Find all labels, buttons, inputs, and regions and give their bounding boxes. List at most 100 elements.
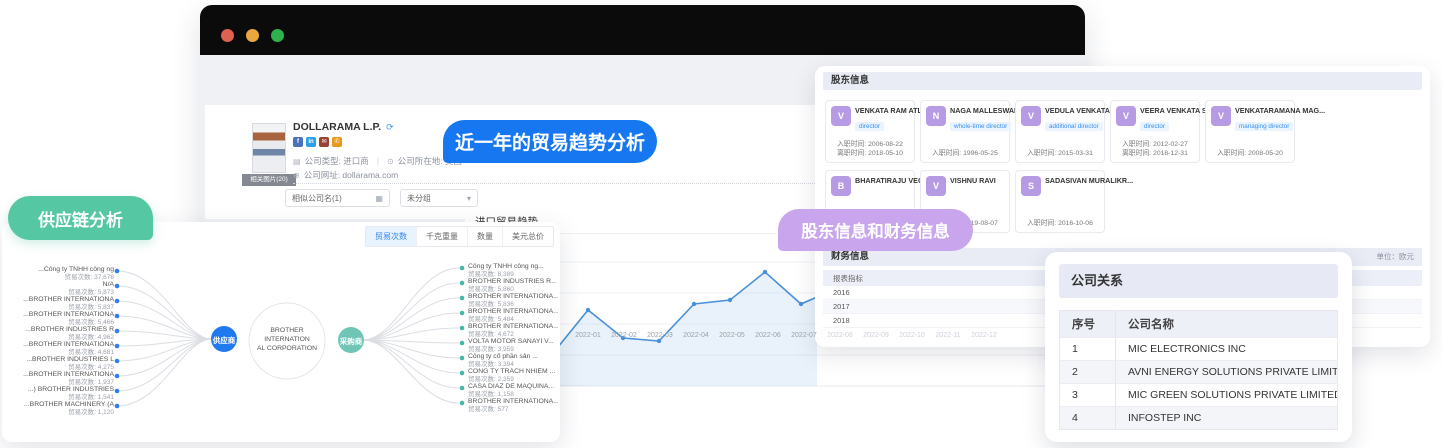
company-type-icon: ▤ bbox=[293, 156, 301, 166]
supplier-node[interactable]: BROTHER MACHINERY (A... 贸易次数: 1,120 bbox=[10, 401, 114, 416]
join-date: 入职时间: 2016-10-06 bbox=[1027, 220, 1093, 227]
supplier-node[interactable]: N/A 贸易次数: 5,873 bbox=[10, 281, 114, 296]
buyer-list: Công ty TNHH công ng... 贸易次数: 8,389 BROT… bbox=[468, 263, 558, 413]
x-axis-months: 2022-01 2022-02 2022-03 2022-04 2022-05 2022-… bbox=[570, 332, 1002, 339]
relations-row: 3 MIC GREEN SOLUTIONS PRIVATE LIMITED bbox=[1060, 383, 1337, 406]
window-titlebar bbox=[200, 5, 1085, 55]
website-link[interactable]: 公司网址: dollarama.com bbox=[304, 169, 398, 181]
supplier-name: BROTHER INTERNATIONA... bbox=[23, 311, 114, 318]
role-badge: whole-time director bbox=[950, 122, 1012, 131]
supplier-name: BROTHER INTERNATIONA... bbox=[23, 341, 114, 348]
group-select[interactable]: 未分组 ▾ bbox=[400, 189, 478, 207]
x-axis-month-label: 2022-02 bbox=[611, 332, 637, 339]
buyer-hub-label: 采购商 bbox=[339, 337, 363, 346]
supplier-node[interactable]: BROTHER INTERNATIONA... 贸易次数: 4,681 bbox=[10, 341, 114, 356]
shareholder-card[interactable]: S SADASIVAN MURALIKR... 入职时间: 2016-10-06 bbox=[1015, 170, 1133, 233]
buyer-node[interactable]: CÔNG TY TRÁCH NHIỆM ... 贸易次数: 2,359 bbox=[468, 368, 558, 383]
relation-company-name: MIC ELECTRONICS INC bbox=[1128, 343, 1246, 355]
supplier-node[interactable]: BROTHER INTERNATIONA... 贸易次数: 1,937 bbox=[10, 371, 114, 386]
avatar: V bbox=[926, 176, 946, 196]
supplier-node[interactable]: BROTHER INDUSTRIES (... 贸易次数: 1,541 bbox=[10, 386, 114, 401]
product-image-block[interactable]: 相关图片(20) bbox=[242, 123, 296, 186]
x-axis-month-label: 2022-03 bbox=[647, 332, 673, 339]
supplier-hub-label: 供应商 bbox=[212, 336, 236, 345]
supplier-name: BROTHER INDUSTRIES (... bbox=[27, 386, 114, 393]
center-company-node[interactable]: BROTHER INTERNATION AL CORPORATION bbox=[249, 326, 325, 353]
supply-chain-callout: 供应链分析 bbox=[8, 196, 153, 240]
buyer-node[interactable]: Công ty TNHH công ng... 贸易次数: 8,389 bbox=[468, 263, 558, 278]
relations-row: 2 AVNI ENERGY SOLUTIONS PRIVATE LIMITED bbox=[1060, 360, 1337, 383]
supplier-node[interactable]: Công ty TNHH công ng... 贸易次数: 37,678 bbox=[10, 266, 114, 281]
relation-index: 2 bbox=[1060, 361, 1116, 383]
x-axis-month-label: 2022-01 bbox=[575, 332, 601, 339]
relation-index: 1 bbox=[1060, 338, 1116, 360]
shareholder-name: VISHNU RAVI bbox=[950, 176, 996, 185]
shareholder-card[interactable]: V VENKATARAMANA MAG... managing director… bbox=[1205, 100, 1325, 163]
role-badge: managing director bbox=[1235, 122, 1294, 131]
supplier-name: Công ty TNHH công ng... bbox=[38, 266, 114, 273]
supplier-name: N/A bbox=[102, 281, 114, 288]
x-axis-month-label: 2022-05 bbox=[719, 332, 745, 339]
maximize-window-icon[interactable] bbox=[271, 29, 284, 42]
refresh-icon[interactable]: ⟳ bbox=[386, 122, 394, 132]
buyer-name: Công ty TNHH công ng... bbox=[468, 263, 544, 270]
related-images-caption[interactable]: 相关图片(20) bbox=[242, 174, 296, 186]
shareholder-card[interactable]: V VENKATA RAM ATLURI director 入职时间: 2006… bbox=[825, 100, 934, 163]
company-relations-card: 公司关系 序号 公司名称 1 MIC ELECTRONICS INC 2 AVN… bbox=[1045, 252, 1352, 442]
social-icons: f in ✉ ✆ bbox=[293, 137, 342, 147]
trend-callout: 近一年的贸易趋势分析 bbox=[443, 120, 657, 163]
relation-company-name: AVNI ENERGY SOLUTIONS PRIVATE LIMITED bbox=[1128, 366, 1337, 378]
buyer-name: CÔNG TY TRÁCH NHIỆM ... bbox=[468, 368, 556, 375]
avatar: V bbox=[1116, 106, 1136, 126]
buyer-name: BROTHER INTERNATIONA... bbox=[468, 398, 558, 405]
email-icon[interactable]: ✉ bbox=[319, 137, 329, 147]
relation-company-name: INFOSTEP INC bbox=[1128, 412, 1202, 424]
company-website-line: ⊕ 公司网址: dollarama.com bbox=[293, 169, 398, 181]
buyer-name: VOLTA MOTOR SANAYİ V... bbox=[468, 338, 554, 345]
shareholder-row-1: V VENKATA RAM ATLURI director 入职时间: 2006… bbox=[825, 100, 1325, 163]
join-date: 入职时间: 2012-02-27 bbox=[1122, 141, 1188, 148]
supplier-name: BROTHER INTERNATIONA... bbox=[23, 371, 114, 378]
buyer-node[interactable]: CASA DIAZ DE MAQUINA... 贸易次数: 1,158 bbox=[468, 383, 558, 398]
avatar: S bbox=[1021, 176, 1041, 196]
buyer-node[interactable]: VOLTA MOTOR SANAYİ V... 贸易次数: 3,959 bbox=[468, 338, 558, 353]
leave-date: 离职时间: 2018-05-10 bbox=[837, 150, 903, 157]
buyer-node[interactable]: BROTHER INTERNATIONA... 贸易次数: 5,836 bbox=[468, 293, 558, 308]
location-icon: ⊙ bbox=[387, 156, 394, 166]
buyer-name: BROTHER INTERNATIONA... bbox=[468, 293, 558, 300]
relation-index: 3 bbox=[1060, 384, 1116, 406]
similar-company-select[interactable]: 相似公司名(1) ▦ bbox=[285, 189, 390, 207]
shareholder-card[interactable]: V VEDULA VENKATA RAM... additional direc… bbox=[1015, 100, 1134, 163]
buyer-node[interactable]: BROTHER INTERNATIONA... 贸易次数: 577 bbox=[468, 398, 558, 413]
shareholder-card[interactable]: V VEERA VENKATA SATYA... director 入职时间: … bbox=[1110, 100, 1231, 163]
x-axis-month-label: 2022-12 bbox=[971, 332, 997, 339]
minimize-window-icon[interactable] bbox=[246, 29, 259, 42]
supplier-node[interactable]: BROTHER INDUSTRIES L... 贸易次数: 4,275 bbox=[10, 356, 114, 371]
shareholder-card[interactable]: N NAGA MALLESWARA R... whole-time direct… bbox=[920, 100, 1037, 163]
buyer-node[interactable]: BROTHER INTERNATIONA... 贸易次数: 4,672 bbox=[468, 323, 558, 338]
buyer-node[interactable]: BROTHER INTERNATIONA... 贸易次数: 5,484 bbox=[468, 308, 558, 323]
company-name: DOLLARAMA L.P. ⟳ bbox=[293, 121, 394, 133]
relations-row: 1 MIC ELECTRONICS INC bbox=[1060, 337, 1337, 360]
facebook-icon[interactable]: f bbox=[293, 137, 303, 147]
close-window-icon[interactable] bbox=[221, 29, 234, 42]
supplier-name: BROTHER INTERNATIONA... bbox=[23, 296, 114, 303]
avatar: V bbox=[1021, 106, 1041, 126]
leave-date: 离职时间: 2018-12-31 bbox=[1122, 150, 1188, 157]
relations-row: 4 INFOSTEP INC bbox=[1060, 406, 1337, 429]
buyer-node[interactable]: BROTHER INDUSTRIES R... 贸易次数: 5,860 bbox=[468, 278, 558, 293]
supplier-node[interactable]: BROTHER INDUSTRIES R... 贸易次数: 4,962 bbox=[10, 326, 114, 341]
supplier-node[interactable]: BROTHER INTERNATIONA... 贸易次数: 5,466 bbox=[10, 311, 114, 326]
x-axis-month-label: 2022-04 bbox=[683, 332, 709, 339]
buyer-node[interactable]: Công ty cổ phần sản ... 贸易次数: 3,394 bbox=[468, 353, 558, 368]
chevron-down-icon: ▾ bbox=[466, 193, 471, 203]
linkedin-icon[interactable]: in bbox=[306, 137, 316, 147]
shareholder-name: VENKATARAMANA MAG... bbox=[1235, 106, 1326, 115]
relations-rows: 1 MIC ELECTRONICS INC 2 AVNI ENERGY SOLU… bbox=[1060, 337, 1337, 429]
supplier-node[interactable]: BROTHER INTERNATIONA... 贸易次数: 5,837 bbox=[10, 296, 114, 311]
relation-index: 4 bbox=[1060, 407, 1116, 429]
supplier-name: BROTHER INDUSTRIES L... bbox=[26, 356, 114, 363]
role-badge: additional director bbox=[1045, 122, 1103, 131]
x-axis-month-label: 2022-09 bbox=[863, 332, 889, 339]
phone-icon[interactable]: ✆ bbox=[332, 137, 342, 147]
